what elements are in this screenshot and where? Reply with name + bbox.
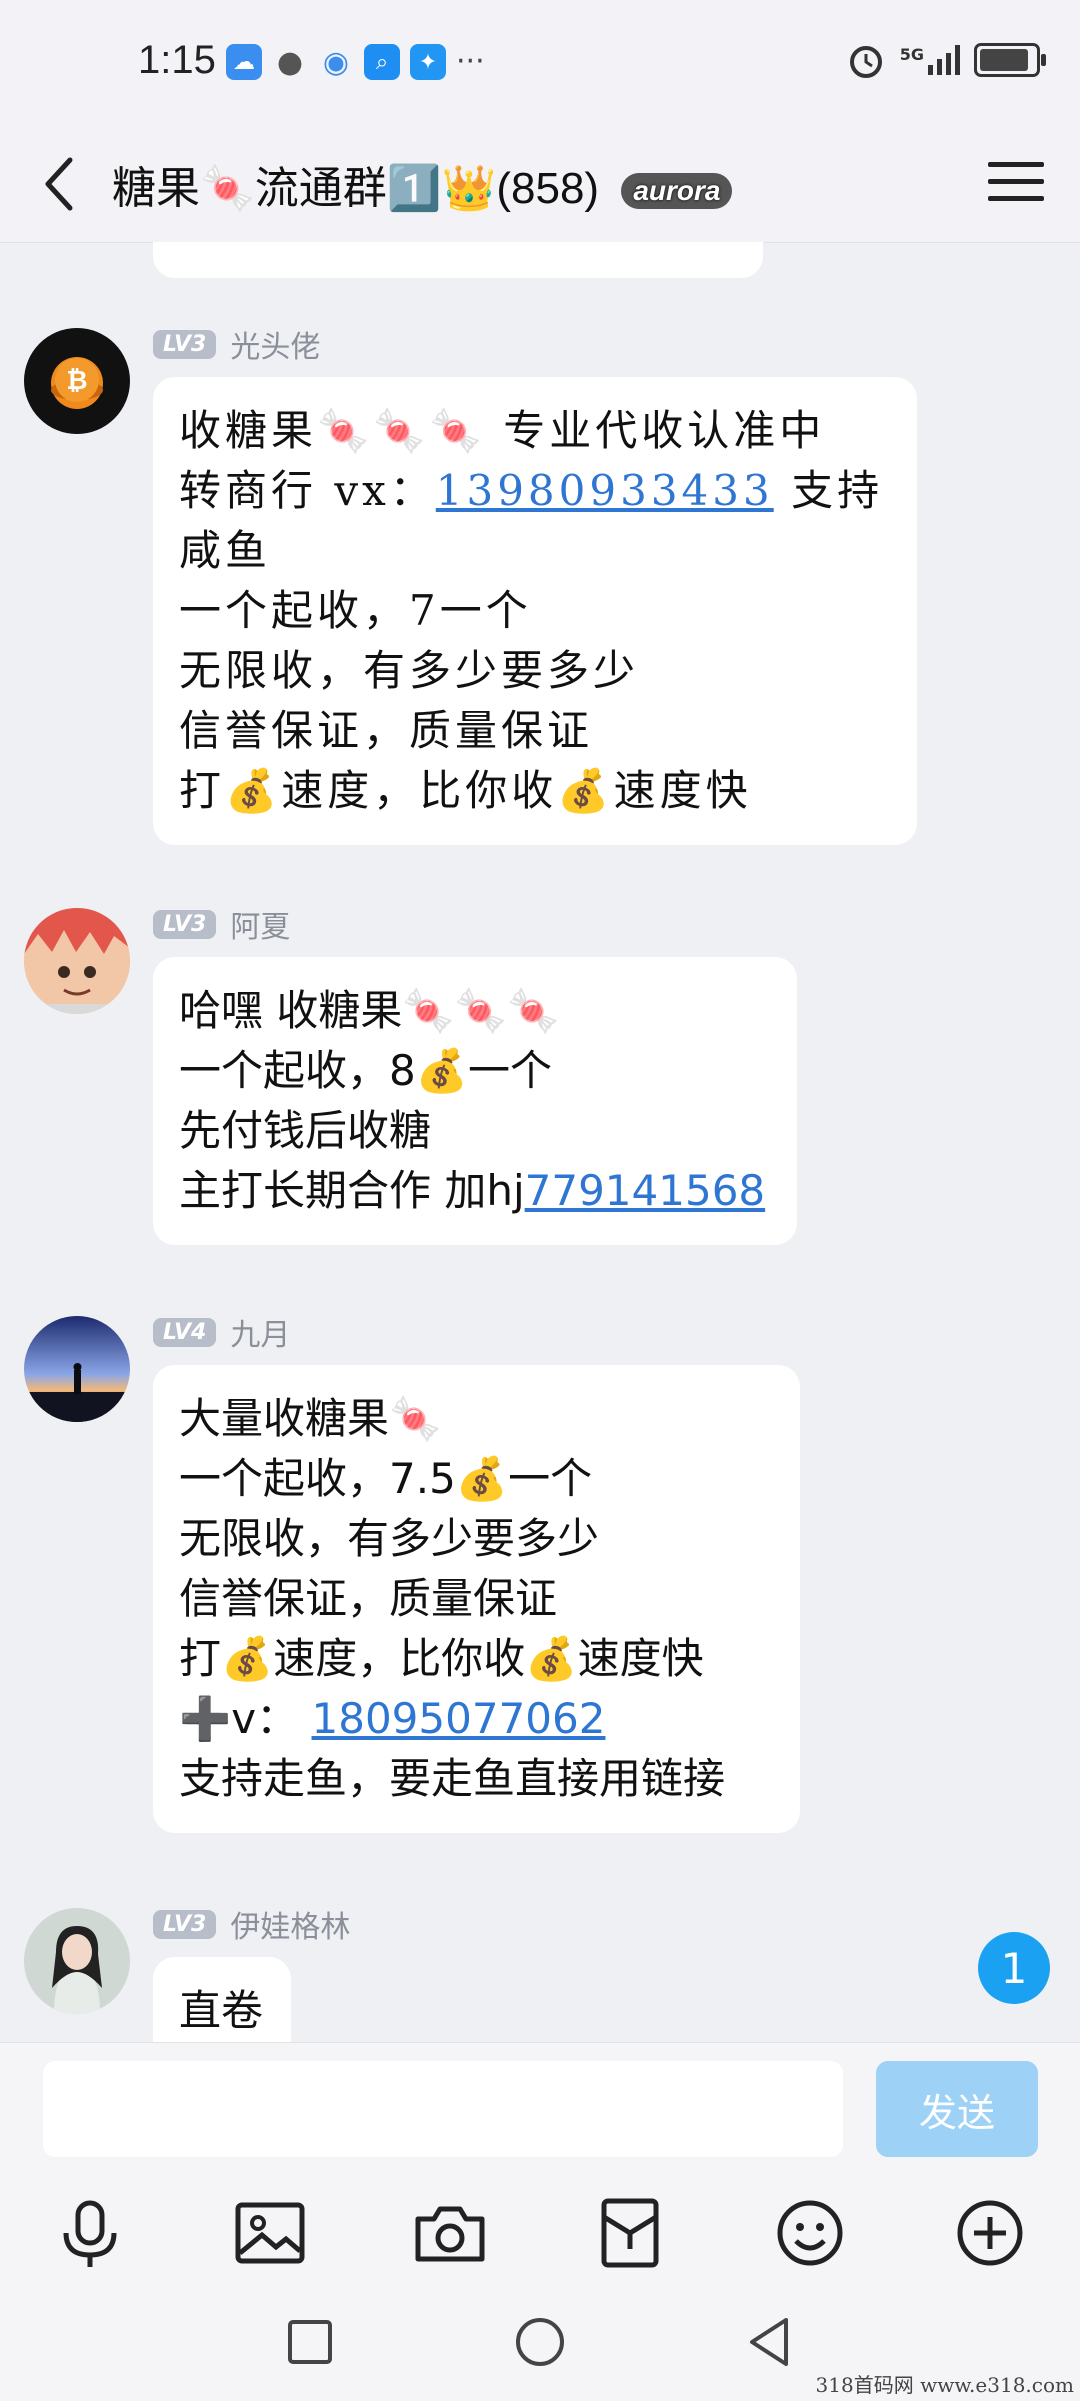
message-icon: ● [276, 44, 304, 80]
message-line: 支持走鱼，要走鱼直接用链接 [179, 1754, 726, 1803]
message-line: 打💰速度，比你收💰速度快 [179, 766, 752, 815]
avatar[interactable]: ₿ [24, 328, 130, 434]
sender-name[interactable]: 光头佬 [230, 322, 320, 366]
level-badge: LV4 [153, 1317, 217, 1347]
message-line: 一个起收，8💰一个 [179, 1046, 553, 1095]
message-line: 一个起收，7一个 [179, 586, 532, 635]
message-line: 先付钱后收糖 [179, 1106, 432, 1155]
watermark-text: 318首码网 www.e318.com [815, 2373, 1074, 2397]
bulb-icon: ✦ [410, 44, 446, 80]
message-bubble[interactable]: 直卷 [153, 1957, 291, 2042]
message-line: 收糖果🍬🍬🍬 专业代收认准中 [179, 406, 826, 455]
level-badge: LV3 [153, 909, 217, 939]
chat-messages[interactable]: ₿ LV3 光头佬 收糖果🍬🍬🍬 专业代收认准中 转商行 vx：13980933… [0, 242, 1080, 2042]
contact-link[interactable]: 779141568 [525, 1166, 766, 1215]
previous-message-bubble [153, 242, 763, 278]
message-line: 信誉保证，质量保证 [179, 706, 594, 755]
avatar[interactable] [24, 908, 130, 1014]
message-line: 无限收，有多少要多少 [179, 1514, 600, 1563]
status-right-icons: 5G [846, 40, 1046, 80]
group-title: 糖果🍬流通群1️⃣👑(858) aurora [112, 152, 733, 216]
plus-icon[interactable] [950, 2193, 1030, 2273]
unread-count-badge[interactable]: 1 [978, 1932, 1050, 2004]
battery-icon [974, 43, 1046, 77]
composer-toolbar [0, 2193, 1080, 2293]
message-line: 主打长期合作 加hj779141568 [179, 1166, 766, 1215]
sender-meta: LV3 伊娃格林 [153, 1902, 350, 1946]
sender-name[interactable]: 阿夏 [230, 902, 290, 946]
message-line: 大量收糖果🍬 [179, 1394, 442, 1443]
menu-icon[interactable] [988, 154, 1044, 214]
chat-header: 糖果🍬流通群1️⃣👑(858) aurora [0, 130, 1080, 243]
message-line: 打💰速度，比你收💰速度快 [179, 1634, 704, 1683]
message-line: ➕v： 18095077062 [179, 1694, 606, 1743]
message-bubble[interactable]: 哈嘿 收糖果🍬🍬🍬 一个起收，8💰一个 先付钱后收糖 主打长期合作 加hj779… [153, 957, 797, 1245]
message-line: 一个起收，7.5💰一个 [179, 1454, 593, 1503]
message-line: 转商行 vx：13980933433 支持 [179, 466, 884, 515]
camera-icon[interactable] [410, 2193, 490, 2273]
home-icon[interactable] [510, 2312, 570, 2372]
browser-icon: ◉ [322, 44, 350, 80]
avatar[interactable] [24, 1908, 130, 2014]
weather-icon: ☁ [226, 44, 262, 80]
sender-meta: LV3 阿夏 [153, 902, 290, 946]
message-line: 无限收，有多少要多少 [179, 646, 640, 695]
signal-icon: 5G [900, 45, 960, 75]
more-notifications: ··· [456, 44, 485, 79]
status-time: 1:15 [138, 38, 216, 82]
microphone-icon[interactable] [50, 2193, 130, 2273]
message-line: 哈嘿 收糖果🍬🍬🍬 [179, 986, 560, 1035]
red-packet-icon[interactable] [590, 2193, 670, 2273]
sender-meta: LV3 光头佬 [153, 322, 320, 366]
level-badge: LV3 [153, 329, 217, 359]
message-bubble[interactable]: 收糖果🍬🍬🍬 专业代收认准中 转商行 vx：13980933433 支持 咸鱼 … [153, 377, 917, 845]
message-input[interactable] [43, 2061, 843, 2157]
message-line: 咸鱼 [179, 526, 272, 575]
sender-name[interactable]: 伊娃格林 [230, 1902, 350, 1946]
recent-apps-icon[interactable] [280, 2312, 340, 2372]
back-nav-icon[interactable] [740, 2312, 800, 2372]
phone-link[interactable]: 13980933433 [436, 466, 774, 515]
send-button[interactable]: 发送 [876, 2061, 1038, 2157]
aurora-badge: aurora [621, 173, 733, 210]
sender-meta: LV4 九月 [153, 1310, 290, 1354]
message-line: 信誉保证，质量保证 [179, 1574, 558, 1623]
search-icon: ⌕ [364, 44, 400, 80]
svg-text:₿: ₿ [66, 366, 87, 396]
message-line: 直卷 [179, 1986, 264, 2035]
message-bubble[interactable]: 大量收糖果🍬 一个起收，7.5💰一个 无限收，有多少要多少 信誉保证，质量保证 … [153, 1365, 800, 1833]
level-badge: LV3 [153, 1909, 217, 1939]
phone-link[interactable]: 18095077062 [312, 1694, 606, 1743]
avatar[interactable] [24, 1316, 130, 1422]
alarm-icon [849, 46, 882, 78]
emoji-icon[interactable] [770, 2193, 850, 2273]
back-icon[interactable] [40, 154, 80, 214]
status-notification-icons: ☁ ● ◉ ⌕ ✦ ··· [226, 44, 485, 80]
status-bar: 1:15 ☁ ● ◉ ⌕ ✦ ··· 5G [0, 0, 1080, 130]
image-icon[interactable] [230, 2193, 310, 2273]
sender-name[interactable]: 九月 [230, 1310, 290, 1354]
